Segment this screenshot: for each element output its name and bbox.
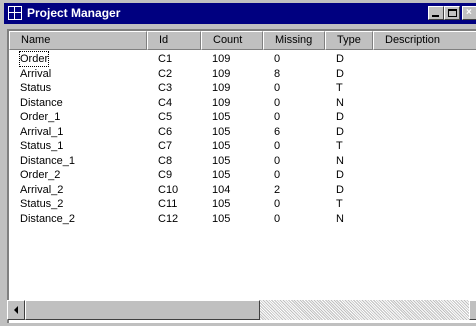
cell-count: 109 — [212, 53, 231, 65]
table-row[interactable]: Status_2 C11 105 0 T — [9, 197, 476, 211]
cell-name: Status — [20, 82, 52, 94]
cell-name: Status_2 — [20, 198, 64, 210]
title-bar[interactable]: Project Manager × — [4, 3, 476, 24]
maximize-icon — [448, 9, 457, 17]
cell-count: 105 — [212, 140, 231, 152]
table-row[interactable]: Arrival_1 C6 105 6 D — [9, 125, 476, 139]
table-row[interactable]: Distance_1 C8 105 0 N — [9, 154, 476, 168]
cell-type: T — [336, 140, 343, 152]
cell-missing: 0 — [274, 82, 281, 94]
minimize-icon — [432, 15, 439, 17]
cell-count: 109 — [212, 82, 231, 94]
cell-id: C3 — [158, 82, 173, 94]
arrow-left-icon — [14, 306, 18, 314]
column-header-missing[interactable]: Missing — [263, 31, 325, 50]
table-row[interactable]: Status_1 C7 105 0 T — [9, 139, 476, 153]
scrollbar-thumb[interactable] — [25, 300, 260, 320]
table-row[interactable]: Order_2 C9 105 0 D — [9, 168, 476, 182]
cell-type: D — [336, 125, 344, 138]
cell-name: Arrival — [20, 67, 52, 80]
cell-id: C10 — [158, 183, 179, 196]
table-row[interactable]: Distance_2 C12 105 0 N — [9, 212, 476, 226]
cell-count: 105 — [212, 198, 231, 210]
cell-missing: 0 — [274, 53, 281, 65]
cell-id: C6 — [158, 125, 173, 138]
window-title: Project Manager — [27, 6, 121, 20]
cell-name: Distance_1 — [20, 154, 76, 167]
cell-id: C5 — [158, 111, 173, 123]
cell-missing: 2 — [274, 183, 281, 196]
cell-type: D — [336, 67, 344, 80]
column-header-type[interactable]: Type — [325, 31, 373, 50]
close-icon: × — [466, 7, 472, 18]
table-row[interactable]: Arrival_2 C10 104 2 D — [9, 183, 476, 197]
arrow-right-icon — [470, 301, 476, 319]
cell-count: 105 — [212, 169, 231, 181]
scroll-left-button[interactable] — [7, 300, 25, 320]
cell-type: N — [336, 96, 344, 109]
cell-type: N — [336, 212, 344, 225]
cell-id: C12 — [158, 212, 179, 225]
cell-count: 109 — [212, 67, 231, 80]
cell-name: Arrival_2 — [20, 183, 64, 196]
cell-type: D — [336, 169, 344, 181]
cell-missing: 0 — [274, 198, 281, 210]
cell-type: N — [336, 154, 344, 167]
table-row[interactable]: Distance C4 109 0 N — [9, 96, 476, 110]
cell-id: C1 — [158, 53, 173, 65]
cell-type: T — [336, 82, 343, 94]
cell-missing: 6 — [274, 125, 281, 138]
cell-name: Arrival_1 — [20, 125, 64, 138]
table-row[interactable]: Arrival C2 109 8 D — [9, 67, 476, 81]
column-header-id[interactable]: Id — [147, 31, 201, 50]
table-row[interactable]: Order C1 109 0 D — [9, 51, 476, 67]
cell-missing: 0 — [274, 111, 281, 123]
cell-name: Order_1 — [20, 111, 61, 123]
cell-id: C9 — [158, 169, 173, 181]
maximize-button[interactable] — [444, 6, 460, 20]
cell-count: 104 — [212, 183, 231, 196]
grid-app-icon[interactable] — [8, 6, 22, 20]
cell-count: 109 — [212, 96, 231, 109]
scroll-right-button[interactable] — [469, 300, 476, 320]
cell-type: D — [336, 53, 344, 65]
minimize-button[interactable] — [428, 6, 444, 20]
cell-name: Status_1 — [20, 140, 64, 152]
cell-id: C11 — [158, 198, 178, 210]
cell-count: 105 — [212, 154, 231, 167]
columns-list[interactable]: Name Id Count Missing Type Description Order C… — [7, 29, 476, 323]
cell-missing: 0 — [274, 169, 281, 181]
column-header-count[interactable]: Count — [201, 31, 263, 50]
cell-name: Distance_2 — [20, 212, 76, 225]
cell-name: Order — [18, 51, 50, 67]
horizontal-scrollbar[interactable] — [7, 300, 476, 320]
cell-type: D — [336, 183, 344, 196]
cell-missing: 0 — [274, 154, 281, 167]
cell-name: Order_2 — [20, 169, 61, 181]
cell-id: C2 — [158, 67, 173, 80]
column-header-description[interactable]: Description — [373, 31, 476, 50]
column-header: Name Id Count Missing Type Description — [9, 31, 476, 50]
cell-id: C4 — [158, 96, 173, 109]
cell-missing: 0 — [274, 96, 281, 109]
cell-name: Distance — [20, 96, 63, 109]
close-button[interactable]: × — [462, 6, 476, 20]
cell-count: 105 — [212, 125, 231, 138]
cell-missing: 0 — [274, 140, 281, 152]
cell-missing: 8 — [274, 67, 281, 80]
cell-count: 105 — [212, 212, 231, 225]
cell-type: D — [336, 111, 344, 123]
cell-id: C7 — [158, 140, 173, 152]
cell-id: C8 — [158, 154, 173, 167]
cell-count: 105 — [212, 111, 231, 123]
cell-missing: 0 — [274, 212, 281, 225]
project-manager-window: Project Manager × Name Id Count Missing Type… — [0, 0, 476, 326]
cell-type: T — [336, 198, 343, 210]
column-header-name[interactable]: Name — [9, 31, 147, 50]
table-row[interactable]: Status C3 109 0 T — [9, 81, 476, 95]
table-row[interactable]: Order_1 C5 105 0 D — [9, 110, 476, 124]
